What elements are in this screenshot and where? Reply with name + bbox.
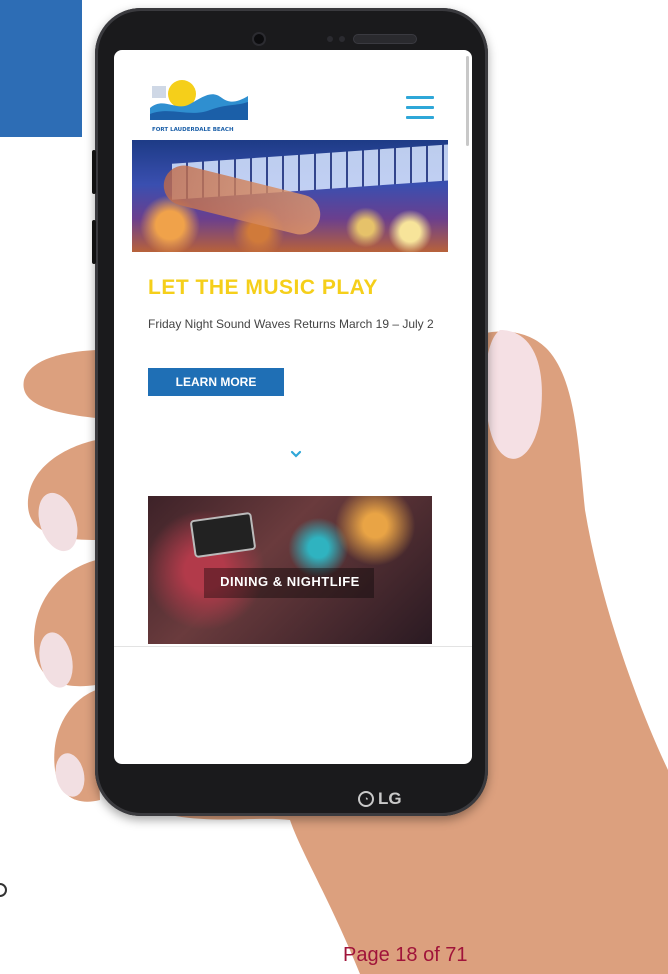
chevron-down-icon[interactable] [290,448,302,460]
sensor-icon [339,36,345,42]
hero-image [132,140,448,252]
scrollbar[interactable] [466,56,469,146]
card-phone-graphic [189,511,257,559]
sensor-icon [327,36,333,42]
device-brand-text: LG [378,789,402,808]
page-number: Page 18 of 71 [343,944,468,966]
learn-more-button[interactable]: LEARN MORE [148,368,284,396]
dining-nightlife-card[interactable]: DINING & NIGHTLIFE [148,496,432,644]
hero-subtext: Friday Night Sound Waves Returns March 1… [148,317,434,331]
front-camera-icon [252,32,266,46]
logo-text: FORT LAUDERDALE BEACH [152,127,234,133]
lg-logo-icon: ◔ [358,791,374,807]
earpiece-speaker [353,34,417,44]
hero-headline: LET THE MUSIC PLAY [148,276,378,299]
hamburger-menu-icon[interactable] [406,96,434,120]
volume-button [92,220,96,264]
device-brand: ◔ LG [358,789,402,809]
wave-sun-logo-icon[interactable]: FORT LAUDERDALE BEACH [150,76,250,134]
card-label: DINING & NIGHTLIFE [220,574,360,589]
phone-screen: FORT LAUDERDALE BEACH LET THE MUSIC PLAY… [114,50,472,764]
content-divider [114,646,472,647]
volume-button [92,150,96,194]
